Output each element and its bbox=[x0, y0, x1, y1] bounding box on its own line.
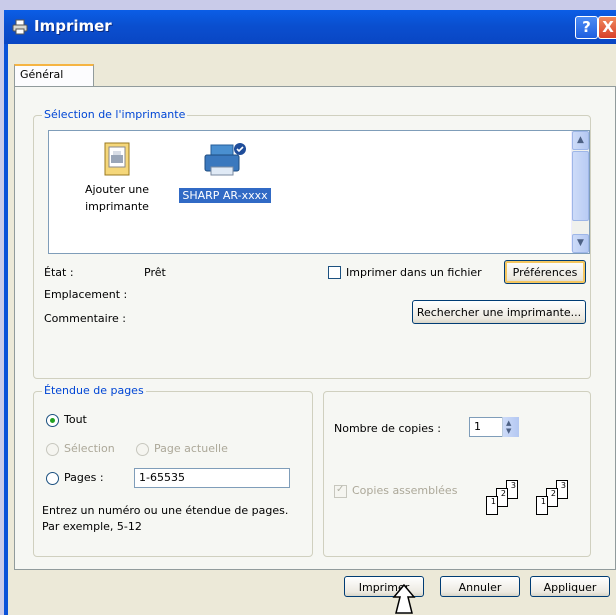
tab-panel-general: Sélection de l'imprimante Ajouter une im… bbox=[14, 86, 616, 570]
page-range-legend: Étendue de pages bbox=[42, 384, 146, 397]
page-range-hint-line1: Entrez un numéro ou une étendue de pages… bbox=[42, 504, 289, 517]
radio-all-label[interactable]: Tout bbox=[64, 413, 87, 426]
collate-page: 1 bbox=[536, 496, 548, 515]
find-printer-button[interactable]: Rechercher une imprimante... bbox=[412, 300, 586, 324]
print-to-file-label[interactable]: Imprimer dans un fichier bbox=[346, 266, 482, 279]
radio-selection-label[interactable]: Sélection bbox=[64, 442, 115, 455]
apply-button[interactable]: Appliquer bbox=[530, 576, 610, 597]
title-bar[interactable]: Imprimer ? X bbox=[4, 10, 616, 44]
printer-icon bbox=[12, 19, 28, 35]
status-label: État : bbox=[44, 266, 74, 279]
printer-selection-group: Sélection de l'imprimante Ajouter une im… bbox=[33, 108, 591, 379]
scroll-up-icon[interactable]: ▲ bbox=[572, 131, 589, 150]
help-button[interactable]: ? bbox=[575, 16, 598, 39]
page-range-hint-line2: Par exemple, 5-12 bbox=[42, 520, 142, 533]
add-printer-label: Ajouter une imprimante bbox=[84, 183, 150, 213]
collate-page: 1 bbox=[486, 496, 498, 515]
pages-input[interactable]: 1-65535 bbox=[134, 468, 290, 488]
printer-selection-legend: Sélection de l'imprimante bbox=[42, 108, 188, 121]
printer-item-sharp[interactable]: SHARP AR-xxxx bbox=[175, 141, 275, 204]
copies-group: Nombre de copies : 1 ▲ ▼ ✓ Copies assemb… bbox=[323, 391, 591, 557]
copies-spinner[interactable]: ▲ ▼ bbox=[502, 417, 519, 437]
collate-illustration: 3 2 1 3 2 1 bbox=[484, 480, 594, 516]
print-dialog: Imprimer ? X Général Sélection de l'impr… bbox=[4, 10, 616, 615]
printer-icon bbox=[204, 143, 246, 176]
radio-current-page-label[interactable]: Page actuelle bbox=[154, 442, 228, 455]
comment-label: Commentaire : bbox=[44, 312, 126, 325]
printer-list-scrollbar[interactable]: ▲ ▼ bbox=[571, 131, 589, 253]
status-value: Prêt bbox=[144, 266, 166, 279]
spin-up-icon[interactable]: ▲ bbox=[506, 419, 511, 427]
preferences-button[interactable]: Préférences bbox=[504, 260, 586, 284]
radio-selected-dot bbox=[50, 418, 55, 423]
collate-label[interactable]: Copies assemblées bbox=[352, 484, 457, 497]
scroll-thumb[interactable] bbox=[572, 151, 589, 221]
copies-count-label: Nombre de copies : bbox=[334, 422, 441, 435]
printer-list[interactable]: Ajouter une imprimante SHARP AR-xxxx ▲ ▼ bbox=[48, 130, 590, 254]
printer-sharp-label: SHARP AR-xxxx bbox=[179, 188, 271, 203]
radio-all[interactable] bbox=[46, 414, 59, 427]
close-button[interactable]: X bbox=[598, 16, 616, 39]
spin-down-icon[interactable]: ▼ bbox=[506, 427, 511, 435]
print-to-file-checkbox[interactable] bbox=[328, 266, 341, 279]
window-title: Imprimer bbox=[34, 17, 112, 35]
pointer-icon bbox=[392, 583, 416, 614]
page-range-group: Étendue de pages Tout Sélection Page act… bbox=[33, 384, 313, 557]
radio-current-page[interactable] bbox=[136, 443, 149, 456]
tab-general-label: Général bbox=[20, 68, 64, 81]
tab-general[interactable]: Général bbox=[14, 64, 94, 86]
collate-checkbox[interactable]: ✓ bbox=[334, 484, 347, 498]
location-label: Emplacement : bbox=[44, 288, 128, 301]
cancel-button[interactable]: Annuler bbox=[440, 576, 520, 597]
radio-selection[interactable] bbox=[46, 443, 59, 456]
add-printer-icon bbox=[104, 142, 130, 176]
scroll-down-icon[interactable]: ▼ bbox=[572, 234, 589, 253]
check-mark-icon: ✓ bbox=[336, 484, 345, 495]
radio-pages-label[interactable]: Pages : bbox=[64, 471, 104, 484]
add-printer-item[interactable]: Ajouter une imprimante bbox=[77, 141, 157, 215]
dialog-body: Général Sélection de l'imprimante Ajoute… bbox=[8, 44, 616, 615]
radio-pages[interactable] bbox=[46, 472, 59, 485]
